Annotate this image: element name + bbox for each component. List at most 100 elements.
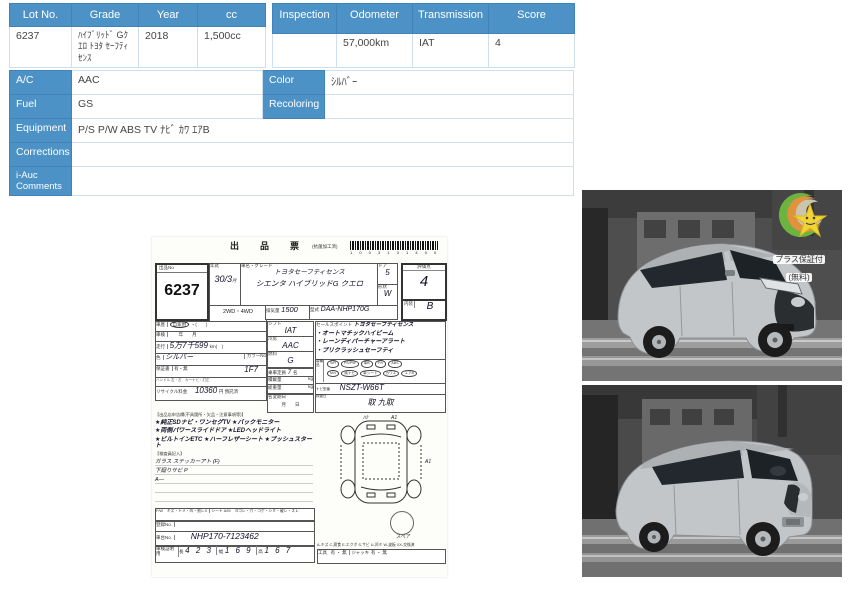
ac-value: AAC [72,71,263,95]
color-label: Color [263,71,325,95]
color-value: ｼﾙﾊﾞｰ [325,71,574,95]
color-no-label: カラーNo [244,354,266,359]
equip-oval-pspw: PS/PW [341,360,359,368]
model-year-label: 年式 [210,264,241,269]
navi-model-label: ナビ型番 [316,387,330,391]
displacement-box: 排気量 1500 [265,305,311,320]
fw-condition: F/W キズ・トメ・凹・割レX [156,509,210,513]
equip-oval-seat: 革シート [360,370,380,378]
height-label: 高 [258,549,263,554]
ac-label: A/C [10,71,72,95]
car-name-line2: シエンタ ハイブリッドG クエロ [241,280,378,288]
color-no-value: 1F7 [244,366,258,375]
jack-value: 有 ・ 無 [371,550,387,555]
ruled-line [155,493,313,502]
recycle-row: リサイクル料金 10360 円 預託済 [155,386,267,401]
ruled-line [155,484,313,493]
col-year: Year [139,4,198,27]
sales-points-box: セールスポイント トヨタセーフティセンス ・オートマチックハイビーム ・レーンデ… [315,321,446,361]
badge-text-line1: プラス保証付 [773,255,825,264]
equipment-ovals-label: 装備品 [316,360,324,382]
seller-declaration-label: 【出品店申告欄(不具箇所・欠品・注意事項等)】 [155,413,313,418]
sales-point-3: ・プリクラッシュセーフティ [316,348,445,355]
equipment-label: Equipment [10,119,72,143]
color-value-sheet: シルバー [165,354,193,361]
height-value: 1 6 7 [264,546,292,555]
length-value: 4 2 3 [185,546,217,555]
lot-box: 出品No 6237 [155,263,209,321]
mileage-value: 5万7千599 [170,341,208,350]
fw-seat-row: F/W キズ・トメ・凹・割レX シート A/M ヨゴレ・穴・コゲ・シミ・破レ・ス… [155,508,315,521]
interior-grade-label: 内装 [403,301,415,308]
chassis-code-label: 型式 [310,307,319,312]
width-value: 1 6 9 [225,546,257,555]
vehicle-photo-front[interactable]: プラス保証付 (無料) [582,190,842,381]
odometer-value: 57,000km [337,33,413,67]
damage-diagram: ﾊｸ A1 A1 [317,413,444,507]
displacement-label: 排気量 [266,308,280,313]
diagram-mark-2: A1 [424,459,431,465]
summary-table-right: Inspection Odometer Transmission Score 5… [272,3,575,68]
gross-weight-unit: kg [308,385,313,390]
inspection-value [273,33,337,67]
transfer-date-box: 名変期日 月 日 [267,394,314,413]
lot-no-value: 6237 [10,27,72,68]
sheet-title-note: (抗菌加工済) [312,245,338,250]
capacity-value: 7 [288,369,292,376]
shape-value: W [378,290,397,299]
inspection-date-note: 取 九取 [316,399,445,408]
warranty-label: 保証書 [156,366,173,371]
col-score: Score [489,4,575,34]
vehicle-photo-rear[interactable] [582,385,842,577]
corrections-value [72,143,574,167]
equip-oval-abs: ABS [388,360,401,368]
score-value: 4 [489,33,575,67]
recycle-unit: 円 預託済 [219,389,238,394]
seller-declaration: 【出品店申告欄(不具箇所・欠品・注意事項等)】 ★純正SDナビ・ワンセグTV ★… [155,413,313,511]
col-lot-no: Lot No. [10,4,72,27]
iauc-comments-label: i-Auc Comments [10,167,72,196]
score-value-hw: 4 [403,274,445,291]
warranty-badge: プラス保証付 (無料) [758,192,840,285]
sales-points-label: セールスポイント [316,322,352,327]
declaration-line-2: ★ビルトインETC ★ハーフレザーシート ★プッシュスタート [155,437,313,450]
damage-legend: A-キズ C-腐食 E-エクボ S-サビ U-凹ミ W-波板 XX-交換済 [317,543,444,547]
summary-tables: Lot No. Grade Year cc 6237 ﾊｲﾌﾞﾘｯﾄﾞ Gｸｴﾛ… [9,3,573,68]
registration-no-label: 登録No. [156,522,175,527]
equipment-ovals-box: 装備品 S/RPS/PW革BP/VABS M/V純ナビ革シートカワエエアB [315,359,446,385]
ac-box-value: AAC [268,342,313,351]
barcode [350,241,438,250]
displacement-value: 1500 [281,305,298,314]
inspection-value-sheet: 年 月 [170,332,197,337]
badge-text-line2: (無料) [786,273,811,282]
equip-oval-sr: S/R [327,360,339,368]
transmission-value: IAT [413,33,489,67]
history-label: 車歴 [156,322,168,327]
recycle-label: リサイクル料金 [156,389,187,394]
seat-condition: シート A/M ヨゴレ・穴・コゲ・シミ・破レ・スレ [211,509,299,513]
payload-unit: kg [308,377,313,382]
equip-oval-kawa: カワエ [383,370,400,378]
model-year-number: 30/3 [214,274,232,284]
navi-model-value: NSZT-W66T [340,383,384,392]
door-box: ドア 5 [377,263,398,285]
fuel-box-value: G [268,357,313,366]
jack-label: ジャッキ [351,550,369,555]
inspection-label: 車検 [156,332,168,337]
col-transmission: Transmission [413,4,489,34]
cc-value: 1,500cc [198,27,266,68]
history-value: 自家用 [170,321,190,328]
inspector-note-1: 下廻りサビ P [155,468,313,475]
score-label: 評価点 [403,265,445,271]
warranty-value: 有・無 [174,366,188,371]
summary-table-left: Lot No. Grade Year cc 6237 ﾊｲﾌﾞﾘｯﾄﾞ Gｸｴﾛ… [9,3,266,68]
tools-row: 工具 有 ・ 無 ジャッキ 有 ・ 無 [317,549,446,564]
grade-value: ﾊｲﾌﾞﾘｯﾄﾞ Gｸｴﾛ ﾄﾖﾀ ｾｰﾌﾃｨｾﾝｽ [72,27,139,68]
spare-tire-circle [390,511,414,535]
equipment-value: P/S P/W ABS TV ﾅﾋﾞ ｶﾜ ｴｱB [72,119,574,143]
sales-point-1: ・オートマチックハイビーム [316,331,445,338]
sales-point-0: トヨタセーフティセンス [354,322,414,328]
inspector-note-0: ガラス ステッカーアト (F) [155,459,313,466]
length-label: 長 [179,549,184,554]
mileage-label: 走行 [156,344,168,349]
